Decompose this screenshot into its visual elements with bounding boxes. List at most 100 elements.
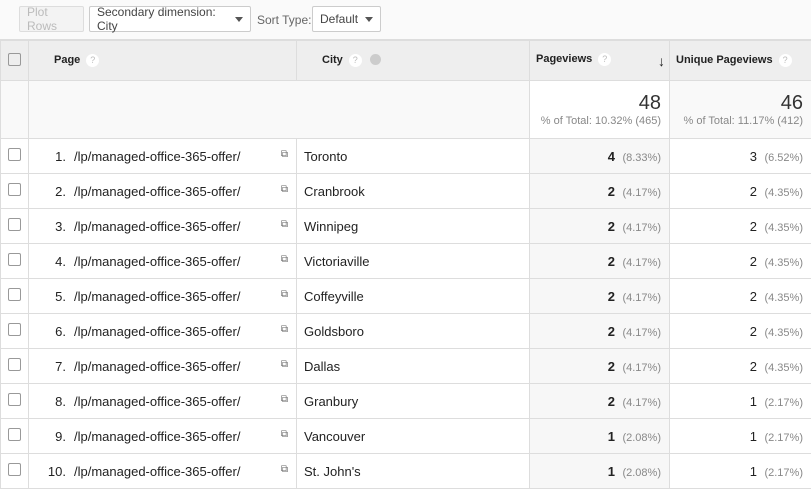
row-checkbox[interactable] [8, 183, 21, 196]
page-cell: 10. /lp/managed-office-365-offer/ ⧉ [29, 454, 297, 489]
row-checkbox[interactable] [8, 148, 21, 161]
open-link-icon[interactable]: ⧉ [281, 394, 288, 405]
open-link-icon[interactable]: ⧉ [281, 359, 288, 370]
page-cell: 6./lp/managed-office-365-offer/⧉ [29, 314, 297, 349]
table-row: 3./lp/managed-office-365-offer/⧉ Winnipe… [1, 209, 811, 244]
open-link-icon[interactable]: ⧉ [281, 149, 288, 160]
page-link[interactable]: /lp/managed-office-365-offer/ [74, 219, 240, 234]
remove-dimension-icon[interactable] [370, 54, 381, 65]
pageviews-value: 2 [608, 324, 615, 339]
header-pageviews[interactable]: Pageviews?↓ [530, 41, 670, 81]
totals-pageviews: 48% of Total: 10.32% (465) [530, 81, 670, 139]
city-cell: St. John's [297, 454, 530, 489]
row-checkbox-cell [1, 314, 29, 349]
pageviews-percent: (4.17%) [615, 362, 661, 374]
page-link[interactable]: /lp/managed-office-365-offer/ [74, 289, 240, 304]
pageviews-percent: (4.17%) [615, 222, 661, 234]
pageviews-cell: 1(2.08%) [530, 454, 670, 489]
unique-pageviews-value: 3 [750, 149, 757, 164]
header-page-label: Page [54, 54, 80, 66]
city-cell: Toronto [297, 139, 530, 174]
totals-row: 48% of Total: 10.32% (465) 46% of Total:… [1, 81, 811, 139]
row-number: 8. [29, 394, 66, 409]
page-link[interactable]: /lp/managed-office-365-offer/ [74, 184, 240, 199]
row-checkbox-cell [1, 384, 29, 419]
page-link[interactable]: /lp/managed-office-365-offer/ [74, 149, 240, 164]
unique-pageviews-value: 1 [750, 429, 757, 444]
unique-pageviews-cell: 1(2.17%) [670, 419, 811, 454]
pageviews-percent: (4.17%) [615, 397, 661, 409]
data-table: Page? City? Pageviews?↓ Unique Pageviews… [0, 40, 811, 489]
city-cell: Coffeyville [297, 279, 530, 314]
pageviews-cell: 2(4.17%) [530, 349, 670, 384]
page-link[interactable]: /lp/managed-office-365-offer/ [74, 394, 240, 409]
row-checkbox-cell [1, 419, 29, 454]
pageviews-cell: 2(4.17%) [530, 244, 670, 279]
page-link[interactable]: /lp/managed-office-365-offer/ [74, 324, 240, 339]
select-all-cell [1, 41, 29, 81]
unique-pageviews-cell: 3(6.52%) [670, 139, 811, 174]
help-icon[interactable]: ? [598, 53, 611, 66]
help-icon[interactable]: ? [86, 54, 99, 67]
unique-pageviews-cell: 1(2.17%) [670, 384, 811, 419]
secondary-dimension-dropdown[interactable]: Secondary dimension: City [89, 6, 251, 32]
sort-type-value: Default [320, 12, 358, 26]
unique-pageviews-percent: (4.35%) [757, 362, 803, 374]
row-number: 10. [29, 464, 66, 479]
city-cell: Vancouver [297, 419, 530, 454]
open-link-icon[interactable]: ⧉ [281, 324, 288, 335]
page-link[interactable]: /lp/managed-office-365-offer/ [74, 429, 240, 444]
page-cell: 4. /lp/managed-office-365-offer/ ⧉ [29, 244, 297, 279]
row-checkbox[interactable] [8, 218, 21, 231]
open-link-icon[interactable]: ⧉ [281, 464, 288, 475]
unique-pageviews-cell: 1(2.17%) [670, 454, 811, 489]
total-unique-value: 46 [670, 92, 803, 115]
city-cell: Goldsboro [297, 314, 530, 349]
page-link[interactable]: /lp/managed-office-365-offer/ [74, 464, 240, 479]
unique-pageviews-cell: 2(4.35%) [670, 209, 811, 244]
row-number: 3. [29, 219, 66, 234]
page-link[interactable]: /lp/managed-office-365-offer/ [74, 359, 240, 374]
row-number: 1. [29, 149, 66, 164]
pageviews-value: 2 [608, 359, 615, 374]
pageviews-value: 2 [608, 394, 615, 409]
total-unique-percent: % of Total: 11.17% (412) [670, 115, 803, 127]
row-checkbox-cell [1, 174, 29, 209]
header-unique-pageviews[interactable]: Unique Pageviews? [670, 41, 811, 81]
unique-pageviews-percent: (4.35%) [757, 292, 803, 304]
row-checkbox[interactable] [8, 393, 21, 406]
open-link-icon[interactable]: ⧉ [281, 184, 288, 195]
pageviews-cell: 4(8.33%) [530, 139, 670, 174]
row-checkbox[interactable] [8, 463, 21, 476]
unique-pageviews-value: 2 [750, 324, 757, 339]
unique-pageviews-value: 2 [750, 289, 757, 304]
open-link-icon[interactable]: ⧉ [281, 289, 288, 300]
pageviews-cell: 2(4.17%) [530, 279, 670, 314]
row-checkbox[interactable] [8, 358, 21, 371]
city-cell: Dallas [297, 349, 530, 384]
open-link-icon[interactable]: ⧉ [281, 429, 288, 440]
header-city[interactable]: City? [297, 41, 530, 81]
row-checkbox[interactable] [8, 428, 21, 441]
row-checkbox[interactable] [8, 323, 21, 336]
help-icon[interactable]: ? [779, 54, 792, 67]
page-link[interactable]: /lp/managed-office-365-offer/ [74, 254, 240, 269]
pageviews-value: 2 [608, 254, 615, 269]
open-link-icon[interactable]: ⧉ [281, 219, 288, 230]
pageviews-percent: (2.08%) [615, 467, 661, 479]
city-cell: Victoriaville [297, 244, 530, 279]
header-page[interactable]: Page? [29, 41, 297, 81]
sort-arrow-down-icon[interactable]: ↓ [658, 53, 665, 69]
help-icon[interactable]: ? [349, 54, 362, 67]
row-checkbox[interactable] [8, 253, 21, 266]
table-row: 2./lp/managed-office-365-offer/⧉ Cranbro… [1, 174, 811, 209]
unique-pageviews-value: 2 [750, 254, 757, 269]
row-number: 4. [29, 254, 66, 269]
pageviews-cell: 1(2.08%) [530, 419, 670, 454]
row-checkbox[interactable] [8, 288, 21, 301]
select-all-checkbox[interactable] [8, 53, 21, 66]
totals-unique-pageviews: 46% of Total: 11.17% (412) [670, 81, 811, 139]
plot-rows-button[interactable]: Plot Rows [19, 6, 84, 32]
open-link-icon[interactable]: ⧉ [281, 254, 288, 265]
sort-type-dropdown[interactable]: Default [312, 6, 381, 32]
